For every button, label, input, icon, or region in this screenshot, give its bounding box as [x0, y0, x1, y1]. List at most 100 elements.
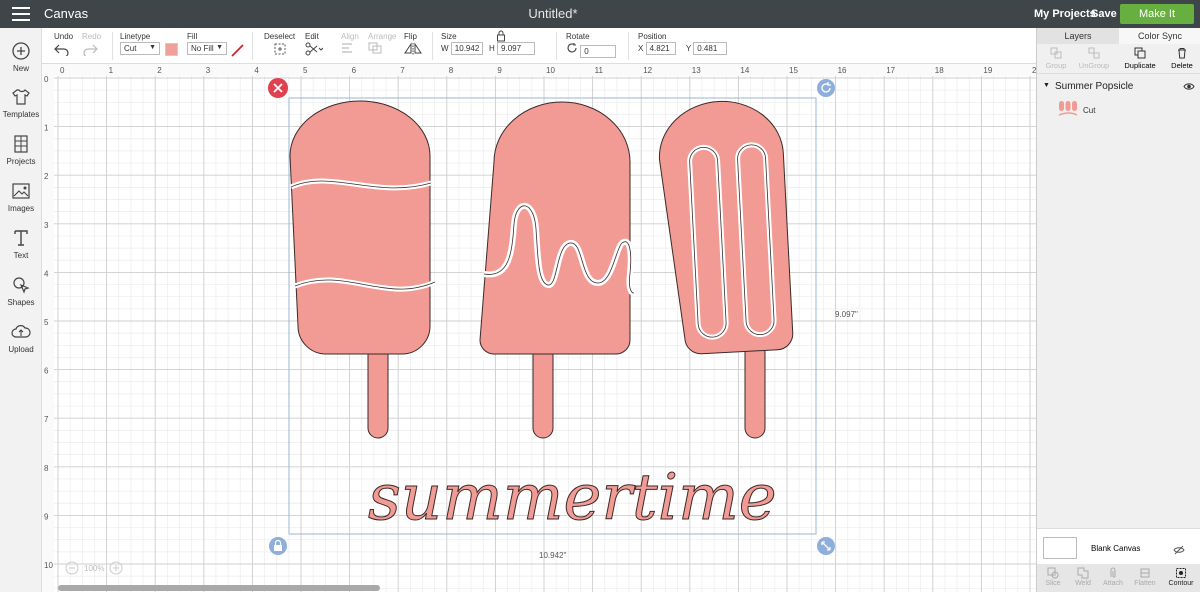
eye-hidden-icon[interactable] — [1173, 545, 1185, 555]
sidebar-item-shapes[interactable]: Shapes — [0, 274, 42, 307]
caret-down-icon[interactable]: ▼ — [1043, 82, 1050, 89]
fill-value: No Fill — [191, 44, 214, 53]
sidebar-item-templates[interactable]: Templates — [0, 86, 42, 119]
size-group: Size W 10.942 H 9.097 — [441, 32, 536, 55]
ruler-tick-label: 5 — [44, 318, 49, 327]
deselect-icon[interactable] — [273, 42, 287, 56]
align-group[interactable]: Align — [341, 32, 359, 56]
layer-item-label: Cut — [1083, 106, 1096, 115]
ruler-tick-label: 8 — [44, 464, 49, 473]
no-fill-swatch[interactable] — [231, 44, 244, 59]
my-projects-link[interactable]: My Projects — [1034, 8, 1096, 20]
layer-item-row[interactable]: Cut — [1037, 98, 1200, 122]
redo-icon[interactable] — [82, 42, 98, 58]
delete-button[interactable]: Delete — [1163, 47, 1200, 70]
chevron-down-icon: ▼ — [216, 44, 223, 51]
popsicle-stick — [739, 345, 766, 439]
attach-label: Attach — [1103, 580, 1123, 587]
arrange-icon[interactable] — [368, 42, 386, 54]
sidebar-item-upload[interactable]: Upload — [0, 321, 42, 354]
summertime-text-art[interactable]: summertime — [368, 461, 778, 536]
popsicle-slotted[interactable] — [657, 98, 794, 439]
lock-aspect-toggle[interactable] — [496, 30, 506, 44]
layer-group-row[interactable]: ▼ Summer Popsicle — [1037, 78, 1200, 98]
x-input[interactable]: 4.821 — [645, 42, 676, 55]
flatten-label: Flatten — [1134, 580, 1156, 587]
blank-canvas-row[interactable]: Blank Canvas — [1037, 528, 1200, 568]
align-icon[interactable] — [341, 42, 357, 54]
redo-group[interactable]: Redo — [82, 32, 101, 58]
flip-group[interactable]: Flip — [404, 32, 422, 58]
scissors-icon[interactable] — [305, 42, 324, 56]
contour-icon — [1176, 568, 1186, 578]
position-group: Position X 4.821 Y 0.481 — [638, 32, 728, 55]
layer-group-name: Summer Popsicle — [1055, 81, 1134, 92]
rotate-label: Rotate — [566, 32, 590, 41]
trash-icon — [1178, 48, 1186, 59]
group-button[interactable]: Group — [1037, 47, 1075, 70]
linetype-select[interactable]: Cut ▼ — [120, 42, 160, 55]
slice-button[interactable]: Slice — [1037, 567, 1069, 587]
width-input[interactable]: 10.942 — [450, 42, 483, 55]
sidebar-item-text[interactable]: Text — [0, 227, 42, 260]
layer-actions: Group UnGroup Duplicate Delete — [1037, 44, 1200, 74]
ruler-tick-label: 7 — [44, 415, 49, 424]
rotate-handle[interactable] — [817, 79, 835, 97]
ruler-tick-label: 11 — [595, 66, 604, 75]
deselect-group[interactable]: Deselect — [264, 32, 295, 58]
sidebar-item-images[interactable]: Images — [0, 180, 42, 213]
save-link[interactable]: Save — [1091, 8, 1117, 20]
ruler-tick-label: 12 — [643, 66, 652, 75]
ungroup-button[interactable]: UnGroup — [1075, 47, 1113, 70]
sidebar-item-new[interactable]: New — [0, 40, 42, 73]
horizontal-scrollbar[interactable] — [58, 585, 380, 591]
arrange-label: Arrange — [368, 32, 397, 41]
contour-button[interactable]: Contour — [1165, 567, 1197, 587]
duplicate-label: Duplicate — [1124, 61, 1156, 70]
width-readout: 10.942" — [539, 551, 566, 560]
linetype-color-swatch[interactable] — [165, 43, 178, 58]
design-canvas[interactable]: 0123456789101112131415161718192001234567… — [42, 64, 1036, 592]
popsicle-striped[interactable] — [289, 100, 437, 439]
edit-group[interactable]: Edit — [305, 32, 324, 58]
ruler-tick-label: 7 — [400, 66, 405, 75]
fill-select[interactable]: No Fill ▼ — [187, 42, 227, 55]
popsicle-drip[interactable] — [479, 101, 635, 439]
y-input[interactable]: 0.481 — [693, 42, 728, 55]
document-title: Untitled* — [528, 6, 578, 21]
paperclip-icon — [1110, 567, 1116, 578]
tab-color-sync[interactable]: Color Sync — [1119, 28, 1200, 44]
flatten-button[interactable]: Flatten — [1129, 567, 1161, 587]
text-t-icon — [14, 230, 28, 246]
top-bar: Canvas Untitled* My Projects Save Make I… — [0, 0, 1200, 28]
cloud-upload-icon — [11, 325, 31, 338]
path-tools-bar: Slice Weld Attach Flatten Contour — [1037, 564, 1200, 592]
edit-label: Edit — [305, 32, 319, 41]
attach-button[interactable]: Attach — [1097, 567, 1129, 587]
ruler-tick-label: 17 — [886, 66, 895, 75]
sidebar-label: Upload — [8, 345, 34, 354]
weld-button[interactable]: Weld — [1067, 567, 1099, 587]
sidebar-item-projects[interactable]: Projects — [0, 133, 42, 166]
undo-group[interactable]: Undo — [54, 32, 73, 58]
no-fill-slash-icon[interactable] — [231, 44, 244, 57]
color-swatch[interactable] — [165, 43, 178, 56]
duplicate-icon — [1134, 47, 1146, 59]
ungroup-icon — [1088, 47, 1100, 59]
canvas-grid[interactable]: 0123456789101112131415161718192001234567… — [42, 64, 1036, 592]
rotate-input[interactable]: 0 — [580, 45, 617, 58]
flip-icon[interactable] — [404, 42, 422, 56]
arrange-group[interactable]: Arrange — [368, 32, 396, 56]
duplicate-button[interactable]: Duplicate — [1121, 47, 1159, 70]
blank-canvas-swatch[interactable] — [1043, 537, 1077, 559]
sidebar-label: Text — [13, 251, 29, 260]
eye-icon[interactable] — [1183, 82, 1195, 91]
lock-icon[interactable] — [496, 30, 506, 42]
ruler-tick-label: 13 — [692, 66, 701, 75]
shapes-icon — [13, 277, 30, 294]
ruler-tick-label: 18 — [935, 66, 944, 75]
make-it-button[interactable]: Make It — [1120, 4, 1194, 24]
undo-icon[interactable] — [54, 42, 70, 58]
toolbar-divider — [556, 32, 557, 60]
tab-layers[interactable]: Layers — [1037, 28, 1119, 44]
